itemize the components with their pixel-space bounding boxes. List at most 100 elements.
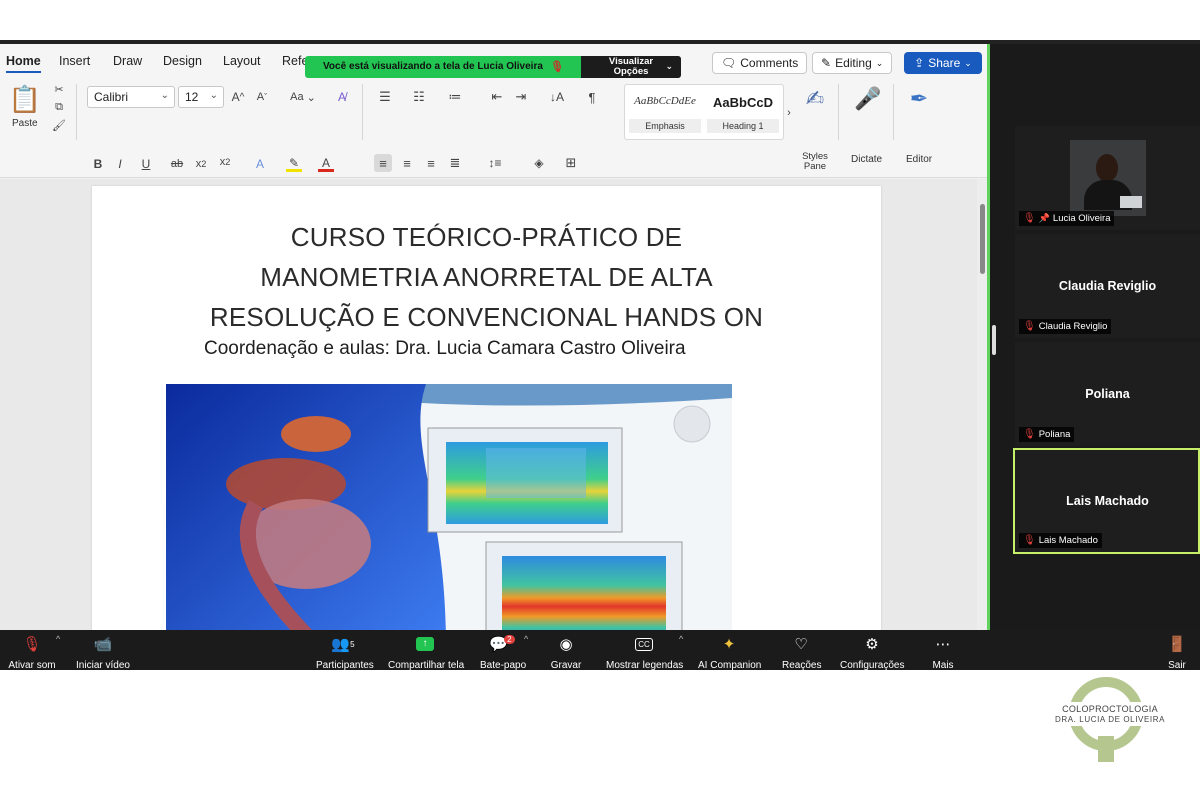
editing-label: Editing <box>835 56 872 70</box>
tab-insert[interactable]: Insert <box>59 54 90 68</box>
doc-subtitle: Coordenação e aulas: Dra. Lucia Camara C… <box>204 338 686 359</box>
superscript-icon[interactable]: x2 <box>218 154 232 170</box>
styles-gallery: AaBbCcDdEe Emphasis AaBbCcD Heading 1 <box>624 84 784 140</box>
chat-icon: 💬 2 <box>480 634 524 654</box>
multilevel-list-icon[interactable]: ≔ <box>444 88 466 106</box>
ai-companion-button[interactable]: ✦ AI Companion <box>698 634 761 671</box>
tab-draw[interactable]: Draw <box>113 54 142 68</box>
copy-icon[interactable]: ⧉ <box>52 100 66 114</box>
text-effects-icon[interactable]: A <box>252 156 268 172</box>
participant-label: 🎙 Poliana <box>1019 427 1075 442</box>
underline-icon[interactable]: U <box>136 156 156 172</box>
heart-icon: ♡ <box>794 636 808 653</box>
participant-tile[interactable]: Claudia Reviglio 🎙 Claudia Reviglio <box>1015 234 1200 338</box>
increase-indent-icon[interactable]: ⇥ <box>512 88 530 106</box>
comments-label: Comments <box>740 56 799 70</box>
decrease-indent-icon[interactable]: ⇤ <box>488 88 506 106</box>
shading-icon[interactable]: ◈ <box>528 154 550 172</box>
ribbon-divider <box>362 84 363 140</box>
tab-home[interactable]: Home <box>6 54 41 73</box>
comments-button[interactable]: 🗨 Comments <box>712 52 808 74</box>
leave-button[interactable]: 🚪 Sair <box>1164 634 1190 671</box>
captions-button[interactable]: CC Mostrar legendas <box>606 634 683 671</box>
font-size-select[interactable]: 12 ⌄ <box>178 86 224 108</box>
shared-screen: Home Insert Draw Design Layout Refe Você… <box>0 44 990 630</box>
participant-label: 🎙 Claudia Reviglio <box>1019 319 1112 334</box>
styles-pane-icon[interactable]: ✍ <box>800 84 830 114</box>
shrink-font-icon[interactable]: Aˇ <box>254 88 270 106</box>
participants-button[interactable]: 👥 5 Participantes <box>316 634 374 671</box>
borders-icon[interactable]: ⊞ <box>560 154 582 172</box>
cut-icon[interactable]: ✂ <box>52 82 66 96</box>
screenshot-frame: Home Insert Draw Design Layout Refe Você… <box>0 0 1200 800</box>
mic-muted-icon: 🎙 <box>1023 321 1036 332</box>
line-spacing-icon[interactable]: ↕≡ <box>482 154 508 172</box>
paste-icon[interactable]: 📋 <box>8 82 42 116</box>
participant-name: Lais Machado <box>1038 535 1098 546</box>
chevron-down-icon: ⌄ <box>964 57 972 68</box>
more-button[interactable]: ⋯ Mais <box>930 634 956 671</box>
editor-icon[interactable]: ✒ <box>904 84 934 114</box>
strikethrough-icon[interactable]: ab <box>168 156 186 172</box>
reactions-button[interactable]: ♡ Reações <box>782 634 821 671</box>
highlight-icon[interactable]: ✎ <box>286 156 302 172</box>
scrollbar-thumb[interactable] <box>980 204 985 274</box>
style-heading-1[interactable]: AaBbCcD Heading 1 <box>707 89 779 135</box>
document-page[interactable]: CURSO TEÓRICO-PRÁTICO DE MANOMETRIA ANOR… <box>92 186 881 630</box>
chat-button[interactable]: 💬 2 Bate-papo <box>480 634 526 671</box>
tab-layout[interactable]: Layout <box>223 54 261 68</box>
clear-formatting-icon[interactable]: A̸ <box>334 88 350 106</box>
align-left-icon[interactable]: ≡ <box>374 154 392 172</box>
participant-display-name: Claudia Reviglio <box>1058 279 1157 293</box>
leave-icon: 🚪 <box>1167 636 1187 653</box>
start-video-button[interactable]: 📹 Iniciar vídeo <box>76 634 130 671</box>
format-painter-icon[interactable]: 🖌 <box>52 118 66 132</box>
microphone-icon[interactable]: 🎤 <box>853 84 883 114</box>
numbering-icon[interactable]: ☷ <box>408 88 430 106</box>
justify-icon[interactable]: ≣ <box>446 154 464 172</box>
align-right-icon[interactable]: ≡ <box>422 154 440 172</box>
bold-icon[interactable]: B <box>90 156 106 172</box>
mic-muted-icon: 🎙 <box>1023 429 1036 440</box>
settings-label: Configurações <box>840 660 905 671</box>
style-emphasis[interactable]: AaBbCcDdEe Emphasis <box>629 89 701 135</box>
participant-tile[interactable]: 🎙 📌 Lucia Oliveira <box>1015 126 1200 230</box>
more-icon: ⋯ <box>935 636 951 653</box>
dictate-label: Dictate <box>851 154 883 165</box>
share-screen-icon: ↑ <box>388 634 462 654</box>
font-color-icon[interactable]: A <box>318 156 334 172</box>
gallery-resize-handle[interactable] <box>992 325 996 355</box>
comment-icon: 🗨 <box>721 56 737 70</box>
view-options-button[interactable]: Visualizar Opções ⌄ <box>581 56 681 78</box>
align-center-icon[interactable]: ≡ <box>398 154 416 172</box>
settings-button[interactable]: ⚙ Configurações <box>840 634 904 671</box>
chevron-up-icon[interactable]: ^ <box>56 634 60 644</box>
editing-mode-button[interactable]: ✎ Editing ⌄ <box>812 52 893 74</box>
chevron-down-icon: ⌄ <box>209 90 218 101</box>
participant-tile-active-speaker[interactable]: Lais Machado 🎙 Lais Machado <box>1013 448 1200 554</box>
bullets-icon[interactable]: ☰ <box>374 88 396 106</box>
chevron-up-icon[interactable]: ^ <box>679 634 683 644</box>
manometry-illustration <box>166 384 732 630</box>
share-screen-button[interactable]: ↑ Compartilhar tela <box>388 634 464 671</box>
participant-name: Claudia Reviglio <box>1038 321 1108 332</box>
record-button[interactable]: ◉ Gravar <box>550 634 582 671</box>
italic-icon[interactable]: I <box>112 156 128 172</box>
share-button[interactable]: ⇪ Share ⌄ <box>904 52 982 74</box>
participant-name: Poliana <box>1038 429 1071 440</box>
chevron-right-icon[interactable]: › <box>784 106 794 120</box>
chevron-up-icon[interactable]: ^ <box>524 634 528 644</box>
chevron-down-icon: ⌄ <box>160 90 169 101</box>
subscript-icon[interactable]: x2 <box>194 156 208 172</box>
participant-tile[interactable]: Poliana 🎙 Poliana <box>1015 342 1200 446</box>
tab-design[interactable]: Design <box>163 54 202 68</box>
sort-icon[interactable]: ↓A <box>548 88 566 106</box>
unmute-button[interactable]: 🎙 Ativar som <box>8 634 56 671</box>
show-marks-icon[interactable]: ¶ <box>584 88 600 106</box>
grow-font-icon[interactable]: A ^ <box>230 88 246 106</box>
change-case-button[interactable]: Aa ⌄ <box>288 88 318 106</box>
participants-label: Participantes <box>316 660 374 671</box>
paste-label: Paste <box>12 118 38 129</box>
share-icon: ⇪ <box>914 56 925 70</box>
font-name-select[interactable]: Calibri ⌄ <box>87 86 175 108</box>
